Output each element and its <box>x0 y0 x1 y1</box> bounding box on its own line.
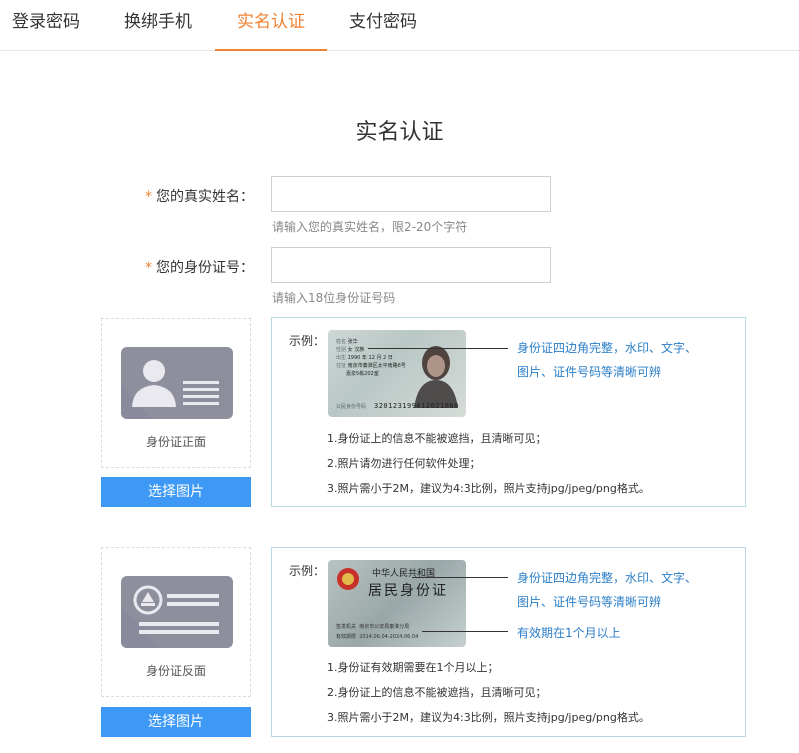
back-rule-1: 1.身份证有效期需要在1个月以上； <box>327 661 499 674</box>
card-id-value: 320123199012021860 <box>374 402 459 410</box>
back-caption: 身份证反面 <box>145 664 206 678</box>
card-name-value: 张华 <box>347 339 358 345</box>
front-example-panel: 示例： 姓名 张华 性别 女 汉族 出生 1990 年 12 月 2 日 住址 … <box>271 317 746 507</box>
back-card-valid-value: 2014.06.04-2024.06.04 <box>359 634 419 640</box>
back-card-title: 居民身份证 <box>368 583 448 599</box>
card-sex-value: 女 <box>347 347 353 353</box>
back-note: 身份证四边角完整，水印、文字、 图片、证件号码等清晰可辨 <box>517 566 697 614</box>
back-note-line-1: 身份证四边角完整，水印、文字、 <box>517 571 698 585</box>
card-id-key: 公民身份号码 <box>336 404 367 410</box>
choose-back-image-button[interactable]: 选择图片 <box>101 707 251 737</box>
id-hint: 请输入18位身份证号码 <box>272 291 396 305</box>
card-birth-key: 出生 <box>336 355 347 361</box>
back-card-valid-key: 有效期限 <box>336 634 357 640</box>
validity-note: 有效期在1个月以上 <box>517 626 621 640</box>
card-name-key: 姓名 <box>336 339 347 345</box>
front-rule-2: 2.照片请勿进行任何软件处理； <box>327 457 481 470</box>
id-back-sample-image: 中华人民共和国 居民身份证 签发机关 南京市公安局秦淮分局 有效期限 2014.… <box>328 560 466 647</box>
front-rule-1: 1.身份证上的信息不能被遮挡，且清晰可见； <box>327 432 547 445</box>
required-mark: * <box>145 260 152 276</box>
card-address-value: 南京市秦淮区太平南路6号 <box>347 363 406 369</box>
front-note-line-2: 图片、证件号码等清晰可辨 <box>517 365 662 379</box>
page-title: 实名认证 <box>355 120 444 145</box>
back-example-label: 示例： <box>289 564 326 578</box>
id-number-input[interactable] <box>271 247 551 283</box>
back-pointer-line-2 <box>422 631 508 632</box>
front-note-line-1: 身份证四边角完整，水印、文字、 <box>517 341 698 355</box>
id-label: * 您的身份证号： <box>145 257 254 277</box>
back-card-issuer-key: 签发机关 <box>336 624 357 630</box>
back-rule-2: 2.身份证上的信息不能被遮挡，且清晰可见； <box>327 686 547 699</box>
choose-front-image-button[interactable]: 选择图片 <box>101 477 251 507</box>
back-rule-3: 3.照片需小于2M，建议为4:3比例，照片支持jpg/jpeg/png格式。 <box>327 711 650 724</box>
tab-change-phone[interactable]: 换绑手机 <box>108 0 208 51</box>
front-caption: 身份证正面 <box>145 435 206 449</box>
card-birth-value: 1990 年 12 月 2 日 <box>347 355 393 361</box>
card-nation-value: 汉族 <box>354 347 365 353</box>
required-mark: * <box>145 189 152 205</box>
front-rule-3: 3.照片需小于2M，建议为4:3比例，照片支持jpg/jpeg/png格式。 <box>327 482 650 495</box>
card-address-key: 住址 <box>336 363 347 369</box>
tab-bar: 登录密码 换绑手机 实名认证 支付密码 <box>0 0 799 51</box>
id-card-back-icon <box>121 576 233 648</box>
tab-real-name[interactable]: 实名认证 <box>215 0 327 51</box>
real-name-input[interactable] <box>271 176 551 212</box>
front-example-label: 示例： <box>289 334 326 348</box>
back-card-issuer-value: 南京市公安局秦淮分局 <box>359 624 410 630</box>
card-sex-key: 性别 <box>336 347 347 353</box>
card-address-value-2: 嘉泉5栋202室 <box>346 371 379 377</box>
id-front-upload-area[interactable]: 身份证正面 <box>101 318 251 468</box>
id-row: * 您的身份证号： 请输入18位身份证号码 <box>0 247 799 307</box>
id-label-text: 您的身份证号： <box>156 260 254 276</box>
id-front-sample-image: 姓名 张华 性别 女 汉族 出生 1990 年 12 月 2 日 住址 南京市秦… <box>328 330 466 417</box>
tab-login-password[interactable]: 登录密码 <box>0 0 92 51</box>
back-example-panel: 示例： 中华人民共和国 居民身份证 签发机关 南京市公安局秦淮分局 有效期限 2… <box>271 547 746 737</box>
front-note: 身份证四边角完整，水印、文字、 图片、证件号码等清晰可辨 <box>517 336 697 384</box>
front-pointer-line <box>368 348 508 349</box>
tab-payment-password[interactable]: 支付密码 <box>333 0 433 51</box>
back-note-line-2: 图片、证件号码等清晰可辨 <box>517 595 662 609</box>
id-card-front-icon <box>121 347 233 419</box>
name-hint: 请输入您的真实姓名，限2-20个字符 <box>272 220 468 234</box>
name-label: * 您的真实姓名： <box>145 186 254 206</box>
name-label-text: 您的真实姓名： <box>156 189 254 205</box>
back-pointer-line-1 <box>412 577 508 578</box>
name-row: * 您的真实姓名： 请输入您的真实姓名，限2-20个字符 <box>0 176 799 236</box>
id-back-upload-area[interactable]: 身份证反面 <box>101 547 251 697</box>
